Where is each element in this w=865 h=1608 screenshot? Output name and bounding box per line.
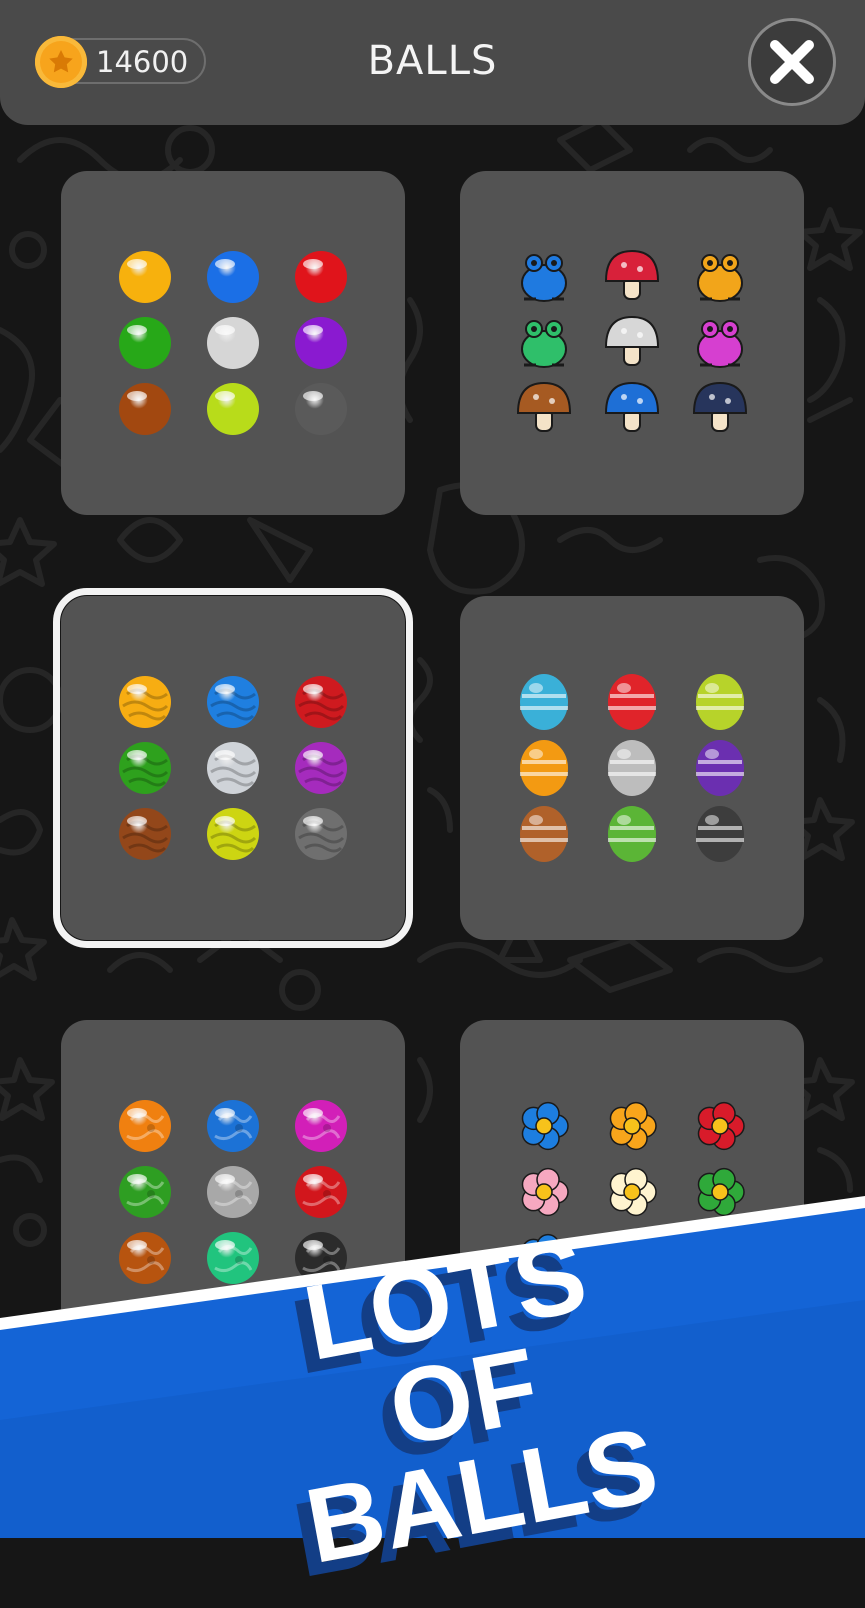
ball-glossy [207, 317, 259, 369]
ball-glossy [295, 383, 347, 435]
ball-marble [295, 742, 347, 794]
easter-egg [608, 806, 656, 862]
ball-marble [207, 742, 259, 794]
mushroom-icon [604, 315, 660, 366]
frog-icon [697, 320, 743, 368]
frog-icon [521, 254, 567, 302]
ball-glossy [207, 251, 259, 303]
mushroom-icon [692, 381, 748, 432]
mushroom-icon [516, 381, 572, 432]
ball-set-preview [119, 1100, 347, 1284]
ball-set-preview [119, 676, 347, 860]
ball-set-card-flowers[interactable] [460, 1020, 804, 1364]
mushroom-icon [604, 249, 660, 300]
mushroom-icon [604, 381, 660, 432]
ball-marble [119, 808, 171, 860]
easter-egg [608, 740, 656, 796]
ball-lava [119, 1166, 171, 1218]
page-title: BALLS [367, 38, 498, 84]
easter-egg [520, 806, 568, 862]
flower-icon [697, 1101, 745, 1151]
flower-icon [521, 1233, 569, 1283]
ball-lava [119, 1100, 171, 1152]
ball-marble [207, 808, 259, 860]
ball-marble [295, 676, 347, 728]
flower-icon [521, 1101, 569, 1151]
ball-glossy [119, 383, 171, 435]
easter-egg [696, 740, 744, 796]
ball-set-preview [520, 674, 744, 862]
close-icon [770, 40, 814, 84]
ball-set-preview [119, 251, 347, 435]
flower-icon [609, 1233, 657, 1283]
ball-set-preview [516, 249, 748, 432]
close-button[interactable] [748, 18, 836, 106]
ball-set-card-frogs-mushrooms[interactable] [460, 171, 804, 515]
ball-glossy [119, 251, 171, 303]
flower-icon [521, 1167, 569, 1217]
ball-lava [207, 1166, 259, 1218]
easter-egg [696, 674, 744, 730]
frog-icon [521, 320, 567, 368]
ball-marble [295, 808, 347, 860]
easter-egg [696, 806, 744, 862]
ball-glossy [295, 251, 347, 303]
frog-icon [697, 254, 743, 302]
ball-lava [119, 1232, 171, 1284]
ball-glossy [295, 317, 347, 369]
flower-icon [609, 1167, 657, 1217]
ball-set-preview [521, 1101, 745, 1283]
ball-set-card-glossy[interactable] [61, 171, 405, 515]
flower-icon [697, 1233, 745, 1283]
flower-icon [697, 1167, 745, 1217]
ball-lava [295, 1166, 347, 1218]
easter-egg [608, 674, 656, 730]
ball-marble [207, 676, 259, 728]
ball-glossy [207, 383, 259, 435]
flower-icon [609, 1101, 657, 1151]
ball-marble [119, 676, 171, 728]
ball-set-card-easter-eggs[interactable] [460, 596, 804, 940]
ball-lava [207, 1232, 259, 1284]
easter-egg [520, 674, 568, 730]
ball-set-card-lava[interactable] [61, 1020, 405, 1364]
easter-egg [520, 740, 568, 796]
ball-set-card-marble[interactable] [53, 588, 413, 948]
ball-marble [119, 742, 171, 794]
ball-lava [295, 1100, 347, 1152]
ball-glossy [119, 317, 171, 369]
ball-lava [295, 1232, 347, 1284]
ball-lava [207, 1100, 259, 1152]
